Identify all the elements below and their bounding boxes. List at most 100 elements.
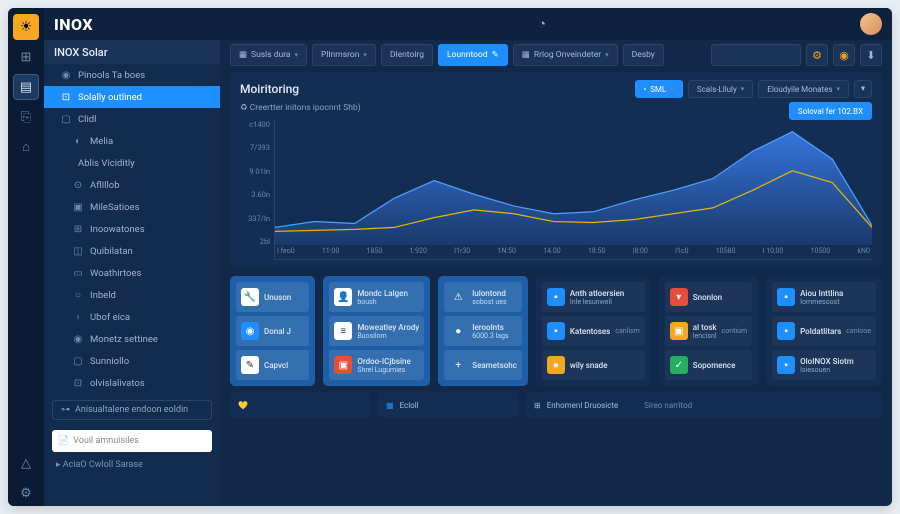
card-5-1[interactable]: ▪Poldatlitarscanlooe xyxy=(772,316,876,346)
sidebar-item-4[interactable]: Ablis Viciditly xyxy=(44,152,220,174)
card-col-3: ▪Anth atloersienInle lesunwell▪ Katentose… xyxy=(536,276,651,386)
card-2-0[interactable]: ⚠lulontondsobost ues xyxy=(444,282,522,312)
card-icon: ≡ xyxy=(334,322,352,340)
footer-row: 💛 ▦Ecloll ⊞Enhomenl DruosicteSireo narri… xyxy=(230,392,882,418)
sidebar-item-icon: ▭ xyxy=(72,267,84,279)
toolbar-btn-2[interactable]: Pllnmsron▾ xyxy=(312,44,376,66)
footer-card-3[interactable]: ⊞Enhomenl DruosicteSireo narritod xyxy=(526,392,882,418)
card-icon: ▪ xyxy=(777,288,795,306)
sidebar-item-icon: ▢ xyxy=(60,113,72,125)
sidebar-item-label: Pinools Ta boes xyxy=(78,70,145,81)
footer-card-1[interactable]: 💛 xyxy=(230,392,370,418)
chart-ctl-3[interactable]: Eloudyile Monates▾ xyxy=(758,80,849,98)
card-icon: ✎ xyxy=(241,356,259,374)
sidebar-item-1[interactable]: ⊡ Solally outlined xyxy=(44,86,220,108)
avatar[interactable] xyxy=(860,13,882,35)
doc-icon: 📄 xyxy=(58,436,69,446)
sidebar-item-8[interactable]: ◫Quibilatan xyxy=(44,240,220,262)
sidebar-item-label: MileSatioes xyxy=(90,202,140,213)
sidebar-item-icon: ◫ xyxy=(72,245,84,257)
card-3-2[interactable]: ●wily snade xyxy=(542,350,645,380)
rail-item-4[interactable]: △ xyxy=(13,450,39,476)
sidebar-item-label: Inoowatones xyxy=(90,224,145,235)
sidebar-item-label: Solally outlined xyxy=(78,92,142,103)
chart-ctl-1[interactable]: • SML ▾ xyxy=(635,80,683,98)
bell-icon[interactable]: ◔ xyxy=(538,16,546,32)
footer-card-2[interactable]: ▦Ecloll xyxy=(378,392,518,418)
card-icon: ◉ xyxy=(241,322,259,340)
sidebar-item-6[interactable]: ▣MileSatioes xyxy=(44,196,220,218)
chart-plot[interactable]: I feo011:0018501:920I1r301N:5014.0018:50… xyxy=(274,120,872,260)
rail-item-1[interactable]: ▤ xyxy=(13,74,39,100)
card-0-0[interactable]: 🔧Unuson xyxy=(236,282,309,312)
module-icon: ⊞ xyxy=(534,401,541,410)
sidebar-item-label: Sunniollo xyxy=(90,356,129,367)
card-grid: 🔧Unuson ◉Donal J ✎Capvcl 👤Mondc Lalgenboush… xyxy=(230,276,882,386)
rail-item-2[interactable]: ⎘ xyxy=(13,104,39,130)
card-icon: ▣ xyxy=(334,356,352,374)
sun-icon[interactable]: ◉ xyxy=(833,44,855,66)
download-icon[interactable]: ⬇ xyxy=(860,44,882,66)
card-4-0[interactable]: ▾Snonlon xyxy=(665,282,752,312)
card-3-1[interactable]: ▪Katentosescanlism xyxy=(542,316,645,346)
rail-item-3[interactable]: ⌂ xyxy=(13,134,39,160)
toolbar-search[interactable] xyxy=(711,44,801,66)
card-subtitle: Buosilom xyxy=(357,332,419,340)
card-meta: canlism xyxy=(615,327,640,335)
card-3-0[interactable]: ▪Anth atloersienInle lesunwell xyxy=(542,282,645,312)
sidebar-item-2[interactable]: ▢Clidl xyxy=(44,108,220,130)
card-icon: ▪ xyxy=(777,322,795,340)
card-4-2[interactable]: ✓Sopomence xyxy=(665,350,752,380)
sidebar-item-9[interactable]: ▭ Woathirtoes xyxy=(44,262,220,284)
sidebar-item-5[interactable]: ⊙AflIllob xyxy=(44,174,220,196)
sidebar-search[interactable]: 📄 Vouil amnuisiles xyxy=(52,430,212,452)
card-icon: ▪ xyxy=(547,288,565,306)
app-logo-icon[interactable]: ☀ xyxy=(13,14,39,40)
sidebar-item-10[interactable]: ○Inbeld xyxy=(44,284,220,306)
toolbar-btn-1[interactable]: ▦ Susls dura▾ xyxy=(230,44,307,66)
card-5-0[interactable]: ▪Aiou InttlinaIommesoost xyxy=(772,282,876,312)
sidebar-item-11[interactable]: ›Ubof eica xyxy=(44,306,220,328)
card-0-2[interactable]: ✎Capvcl xyxy=(236,350,309,380)
sidebar-item-14[interactable]: ⊡olvislalivatos xyxy=(44,372,220,394)
sidebar-item-12[interactable]: ◉Monetz settinee xyxy=(44,328,220,350)
chart-expand-icon[interactable]: ▾ xyxy=(854,80,872,98)
nav-rail: ☀ ⊞ ▤ ⎘ ⌂ △ ⚙ xyxy=(8,8,44,506)
card-2-1[interactable]: ●Ieroolnts6000.3 lags xyxy=(444,316,522,346)
toolbar-btn-5[interactable]: ▦ Rrlog Onveindeter▾ xyxy=(513,44,618,66)
card-5-2[interactable]: ▪OloINOX SiotmIsiesouen xyxy=(772,350,876,380)
card-title: Snonlon xyxy=(693,293,747,302)
gear-icon[interactable]: ⚙ xyxy=(806,44,828,66)
grid-icon: ▦ xyxy=(386,401,394,410)
card-meta: contium xyxy=(722,327,748,335)
card-1-2[interactable]: ▣Ordoo-ICjbsineShrel Lugumies xyxy=(329,350,424,380)
card-2-2[interactable]: +Seametsohc xyxy=(444,350,522,380)
card-0-1[interactable]: ◉Donal J xyxy=(236,316,309,346)
sidebar-item-icon: ⊞ xyxy=(72,223,84,235)
chart-action-button[interactable]: Soloval fer 102.BX xyxy=(789,102,872,120)
toolbar-btn-primary[interactable]: Lounntood ✎ xyxy=(438,44,508,66)
card-title: wily snade xyxy=(570,361,640,370)
sidebar-item-icon: ⊡ xyxy=(60,91,72,103)
card-subtitle: lencisnl xyxy=(693,332,717,340)
sidebar-item-0[interactable]: ◉Pinools Ta boes xyxy=(44,64,220,86)
card-subtitle: Isiesouen xyxy=(800,366,871,374)
toolbar-btn-6[interactable]: Desby xyxy=(623,44,664,66)
sidebar-item-label: Woathirtoes xyxy=(90,268,141,279)
sidebar-item-7[interactable]: ⊞ Inoowatones xyxy=(44,218,220,240)
sidebar-lowbox[interactable]: ⊶ Anisualtalene endoon eoldin xyxy=(52,400,212,420)
card-title: Katentoses xyxy=(570,327,610,336)
chart-ctl-2[interactable]: Scals-Llluly▾ xyxy=(688,80,753,98)
card-1-1[interactable]: ≡Moweatley ArodyBuosilom xyxy=(329,316,424,346)
toolbar-btn-3[interactable]: Dlentoirg xyxy=(381,44,433,66)
sidebar-item-label: Monetz settinee xyxy=(90,334,158,345)
card-4-1[interactable]: ▣al tosklencisnlcontium xyxy=(665,316,752,346)
card-title: Unuson xyxy=(264,293,304,302)
sidebar-item-3[interactable]: ◐Melia xyxy=(44,130,220,152)
rail-item-5[interactable]: ⚙ xyxy=(13,480,39,506)
sidebar-footer[interactable]: ▸ AciaO Cwloll Sarase xyxy=(44,456,220,474)
sidebar-item-icon: ◐ xyxy=(72,135,84,147)
rail-item-0[interactable]: ⊞ xyxy=(13,44,39,70)
sidebar-item-13[interactable]: ▢Sunniollo xyxy=(44,350,220,372)
card-1-0[interactable]: 👤Mondc Lalgenboush xyxy=(329,282,424,312)
